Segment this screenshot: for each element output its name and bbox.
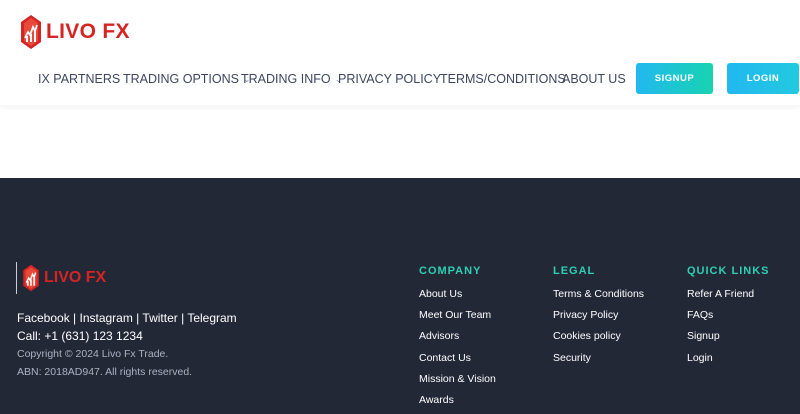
nav-item-label: IX PARTNERS — [38, 72, 121, 86]
nav-item-label: TRADING INFO — [241, 72, 331, 86]
footer-link-security[interactable]: Security — [553, 351, 644, 372]
brand-logo[interactable]: LIVO FX — [20, 14, 130, 50]
footer-column-title: QUICK LINKS — [687, 265, 770, 277]
footer-column-legal: LEGAL Terms & Conditions Privacy Policy … — [553, 264, 644, 372]
nav-item-about-us[interactable]: ABOUT US — [562, 63, 626, 95]
copyright-text: Copyright © 2024 Livo Fx Trade. — [17, 348, 169, 360]
nav-item-label: PRIVACY POLICY — [338, 72, 442, 86]
nav-item-trading-options[interactable]: TRADING OPTIONS ⌄ — [123, 63, 251, 95]
nav-item-terms-conditions[interactable]: TERMS/CONDITIONS — [440, 63, 566, 95]
footer-link-login[interactable]: Login — [687, 351, 770, 372]
footer-column-title: COMPANY — [419, 265, 482, 277]
abn-text: ABN: 2018AD947. All rights reserved. — [17, 366, 193, 378]
footer-link-signup[interactable]: Signup — [687, 329, 770, 350]
nav-item-label: ABOUT US — [562, 72, 626, 86]
site-footer: LIVO FX Facebook | Instagram | Twitter |… — [0, 178, 800, 414]
footer-link-terms-conditions[interactable]: Terms & Conditions — [553, 287, 644, 308]
footer-link-faqs[interactable]: FAQs — [687, 308, 770, 329]
footer-brand-name: LIVO FX — [44, 269, 107, 286]
footer-column-quick-links: QUICK LINKS Refer A Friend FAQs Signup L… — [687, 264, 770, 372]
footer-link-cookies-policy[interactable]: Cookies policy — [553, 329, 644, 350]
brand-name: LIVO FX — [46, 20, 130, 43]
social-links[interactable]: Facebook | Instagram | Twitter | Telegra… — [17, 311, 237, 325]
footer-logo[interactable]: LIVO FX — [16, 262, 106, 294]
nav-item-label: TERMS/CONDITIONS — [440, 72, 566, 86]
nav-item-trading-info[interactable]: TRADING INFO ⌄ — [241, 63, 342, 95]
phone-number: Call: +1 (631) 123 1234 — [17, 329, 143, 343]
nav-item-label: TRADING OPTIONS — [123, 72, 239, 86]
footer-link-meet-our-team[interactable]: Meet Our Team — [419, 308, 496, 329]
footer-column-title: LEGAL — [553, 265, 596, 277]
brand-logo-icon — [21, 15, 41, 49]
login-button[interactable]: LOGIN — [727, 63, 799, 94]
nav-item-privacy-policy[interactable]: PRIVACY POLICY — [338, 63, 441, 95]
footer-link-contact-us[interactable]: Contact Us — [419, 351, 496, 372]
signup-button[interactable]: SIGNUP — [636, 63, 713, 94]
footer-link-refer-a-friend[interactable]: Refer A Friend — [687, 287, 770, 308]
footer-link-advisors[interactable]: Advisors — [419, 329, 496, 350]
brand-logo-icon — [23, 264, 39, 292]
site-header: LIVO FX IX PARTNERS TRADING OPTIONS ⌄ TRA… — [0, 0, 800, 105]
nav-item-ix-partners[interactable]: IX PARTNERS — [38, 63, 120, 95]
footer-column-company: COMPANY About Us Meet Our Team Advisors … — [419, 264, 496, 414]
footer-link-awards[interactable]: Awards — [419, 393, 496, 414]
footer-link-about-us[interactable]: About Us — [419, 287, 496, 308]
footer-link-privacy-policy[interactable]: Privacy Policy — [553, 308, 644, 329]
footer-link-mission-vision[interactable]: Mission & Vision — [419, 372, 496, 393]
